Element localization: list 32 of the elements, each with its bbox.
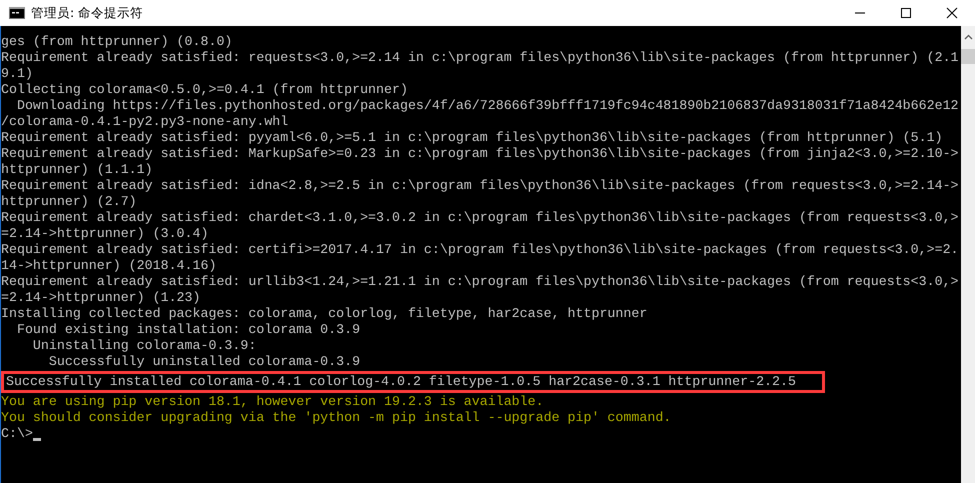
console-line: httprunner) (2.7) bbox=[1, 194, 137, 210]
console-line: Requirement already satisfied: MarkupSafe>=0.23 in c:\program files\python36\lib\site-packages (from jinja2<3.0,>=2.10-> bbox=[1, 146, 959, 162]
console-line: /colorama-0.4.1-py2.py3-none-any.whl bbox=[1, 114, 288, 130]
warning-line: You should consider upgrading via the 'python -m pip install --upgrade pip' command. bbox=[1, 410, 672, 426]
console-line: Requirement already satisfied: urllib3<1.24,>=1.21.1 in c:\program files\python36\lib\site-packages (from requests<3.0,> bbox=[1, 274, 959, 290]
console-line: Requirement already satisfied: chardet<3.1.0,>=3.0.2 in c:\program files\python36\lib\site-packages (from requests<3.0,> bbox=[1, 210, 959, 226]
maximize-icon bbox=[900, 7, 912, 19]
console-line: Requirement already satisfied: certifi>=2017.4.17 in c:\program files\python36\lib\site-packages (from requests<3.0,>=2. bbox=[1, 242, 959, 258]
scroll-thumb[interactable] bbox=[961, 49, 975, 64]
console-line: httprunner) (1.1.1) bbox=[1, 162, 153, 178]
console-line: Successfully uninstalled colorama-0.3.9 bbox=[48, 354, 360, 370]
scroll-up-icon[interactable] bbox=[964, 34, 972, 40]
console-line: =2.14->httprunner) (3.0.4) bbox=[1, 226, 208, 242]
console-line: =2.14->httprunner) (1.23) bbox=[1, 290, 200, 306]
console-line: ges (from httprunner) (0.8.0) bbox=[1, 34, 232, 50]
console-line: Uninstalling colorama-0.3.9: bbox=[32, 338, 256, 354]
console-line: Downloading https://files.pythonhosted.org/packages/4f/a6/728666f39bfff1719fc94c481890b2106837da9318031f71a8424b662e12 bbox=[16, 98, 959, 114]
console-line: Installing collected packages: colorama, colorlog, filetype, har2case, httprunner bbox=[1, 306, 648, 322]
console-line: Found existing installation: colorama 0.3.9 bbox=[16, 322, 360, 338]
close-icon bbox=[946, 7, 958, 19]
console-line: 14->httprunner) (2018.4.16) bbox=[1, 258, 216, 274]
console-line: Requirement already satisfied: requests<3.0,>=2.14 in c:\program files\python36\lib\site-packages (from httprunner) (2.1 bbox=[1, 50, 959, 66]
warning-line: You are using pip version 18.1, however version 19.2.3 is available. bbox=[1, 394, 544, 410]
window-title: 管理员: 命令提示符 bbox=[31, 4, 144, 22]
console-line: Successfully installed colorama-0.4.1 colorlog-4.0.2 filetype-1.0.5 har2case-0.3.1 httprunner-2.2.5 bbox=[6, 374, 796, 390]
console-line: Collecting colorama<0.5.0,>=0.4.1 (from httprunner) bbox=[1, 82, 408, 98]
scrollbar[interactable] bbox=[961, 26, 975, 483]
console-line: Requirement already satisfied: idna<2.8,>=2.5 in c:\program files\python36\lib\site-packages (from requests<3.0,>=2.14-> bbox=[1, 178, 959, 194]
command-prompt: C:\> bbox=[1, 426, 33, 442]
console-line: 9.1) bbox=[1, 66, 33, 82]
console-line: Requirement already satisfied: pyyaml<6.0,>=5.1 in c:\program files\python36\lib\site-packages (from httprunner) (5.1) bbox=[1, 130, 943, 146]
console-app-icon bbox=[9, 7, 25, 19]
